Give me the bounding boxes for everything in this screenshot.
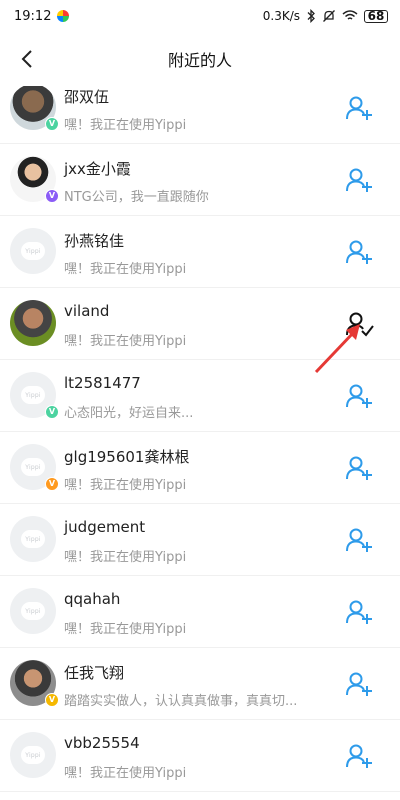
- status-bar: 19:12 0.3K/s 68: [0, 0, 400, 32]
- user-status: 踏踏实实做人，认认真真做事，真真切...: [64, 694, 298, 709]
- annotation-arrow-icon: [314, 324, 360, 374]
- yippi-logo-icon: Yippi: [21, 458, 45, 476]
- yippi-logo-icon: Yippi: [21, 746, 45, 764]
- add-friend-button[interactable]: [344, 94, 376, 122]
- status-time: 19:12: [14, 8, 52, 24]
- add-friend-icon: [346, 240, 372, 264]
- user-name: jxx金小霞: [64, 160, 131, 178]
- avatar[interactable]: V: [10, 660, 59, 707]
- add-friend-button[interactable]: [344, 670, 376, 698]
- add-friend-button[interactable]: [344, 454, 376, 482]
- add-friend-button[interactable]: [344, 526, 376, 554]
- add-friend-button[interactable]: [344, 382, 376, 410]
- avatar-placeholder: Yippi: [10, 588, 56, 634]
- avatar[interactable]: V: [10, 156, 59, 203]
- add-friend-icon: [346, 96, 372, 120]
- avatar-placeholder: Yippi: [10, 732, 56, 778]
- back-button[interactable]: [14, 46, 40, 72]
- avatar-image: [10, 300, 56, 346]
- user-name: viland: [64, 302, 110, 320]
- avatar[interactable]: Yippi: [10, 516, 56, 562]
- add-friend-button[interactable]: [344, 238, 376, 266]
- battery-level: 68: [367, 9, 385, 23]
- user-status: 嘿！我正在使用Yippi: [64, 118, 187, 133]
- badge-icon: V: [45, 405, 59, 419]
- list-item[interactable]: V 邵双伍 嘿！我正在使用Yippi: [0, 86, 400, 144]
- status-left: 19:12: [14, 8, 70, 24]
- page-title: 附近的人: [167, 51, 232, 70]
- avatar-placeholder: Yippi: [10, 516, 56, 562]
- yippi-logo-icon: Yippi: [21, 386, 45, 404]
- list-item[interactable]: Yippi vbb25554 嘿！我正在使用Yippi: [0, 720, 400, 792]
- app-dot-icon: [57, 10, 70, 22]
- add-friend-icon: [346, 384, 372, 408]
- user-status: 心态阳光，好运自来...: [64, 406, 194, 421]
- add-friend-icon: [346, 528, 372, 552]
- user-name: 邵双伍: [64, 88, 110, 106]
- avatar-placeholder: Yippi: [10, 228, 56, 274]
- avatar[interactable]: Yippi V: [10, 372, 59, 419]
- add-friend-icon: [346, 600, 372, 624]
- list-item[interactable]: Yippi V glg195601龚林根 嘿！我正在使用Yippi: [0, 432, 400, 504]
- user-status: 嘿！我正在使用Yippi: [64, 334, 187, 349]
- yippi-logo-icon: Yippi: [21, 242, 45, 260]
- mute-icon: [323, 10, 335, 22]
- add-friend-button[interactable]: [344, 742, 376, 770]
- user-name: judgement: [64, 518, 146, 536]
- user-status: 嘿！我正在使用Yippi: [64, 478, 187, 493]
- wifi-icon: [342, 10, 358, 20]
- yippi-logo-icon: Yippi: [21, 602, 45, 620]
- user-name: lt2581477: [64, 374, 141, 392]
- list-item[interactable]: V 任我飞翔 踏踏实实做人，认认真真做事，真真切...: [0, 648, 400, 720]
- list-item[interactable]: Yippi 孙燕铭佳 嘿！我正在使用Yippi: [0, 216, 400, 288]
- yippi-logo-icon: Yippi: [21, 530, 45, 548]
- user-name: vbb25554: [64, 734, 140, 752]
- badge-icon: V: [45, 117, 59, 131]
- add-friend-icon: [346, 744, 372, 768]
- user-status: 嘿！我正在使用Yippi: [64, 766, 187, 781]
- user-status: 嘿！我正在使用Yippi: [64, 622, 187, 637]
- badge-icon: V: [45, 189, 59, 203]
- add-friend-icon: [346, 456, 372, 480]
- user-name: 孙燕铭佳: [64, 232, 125, 250]
- user-status: 嘿！我正在使用Yippi: [64, 262, 187, 277]
- avatar[interactable]: Yippi: [10, 588, 56, 634]
- avatar[interactable]: [10, 300, 56, 346]
- avatar[interactable]: Yippi: [10, 732, 56, 778]
- avatar[interactable]: Yippi V: [10, 444, 59, 491]
- add-friend-icon: [346, 168, 372, 192]
- user-name: qqahah: [64, 590, 121, 608]
- bluetooth-icon: [307, 9, 315, 23]
- network-speed: 0.3K/s: [262, 9, 300, 23]
- user-name: glg195601龚林根: [64, 448, 190, 466]
- status-right: 0.3K/s 68: [263, 9, 388, 23]
- user-status: 嘿！我正在使用Yippi: [64, 550, 187, 565]
- add-friend-icon: [346, 672, 372, 696]
- user-status: NTG公司，我一直跟随你: [64, 190, 209, 205]
- nearby-people-list[interactable]: V 邵双伍 嘿！我正在使用Yippi V jxx金小霞 NTG公司，我一直跟随你: [0, 86, 400, 800]
- list-item[interactable]: Yippi qqahah 嘿！我正在使用Yippi: [0, 576, 400, 648]
- add-friend-button[interactable]: [344, 598, 376, 626]
- user-name: 任我飞翔: [64, 664, 125, 682]
- list-item[interactable]: Yippi judgement 嘿！我正在使用Yippi: [0, 504, 400, 576]
- battery-icon: 68: [364, 9, 388, 23]
- badge-icon: V: [45, 477, 59, 491]
- avatar[interactable]: Yippi: [10, 228, 56, 274]
- add-friend-button[interactable]: [344, 166, 376, 194]
- nav-header: 附近的人: [0, 32, 400, 86]
- chevron-left-icon: [21, 50, 32, 68]
- badge-icon: V: [45, 693, 59, 707]
- list-item[interactable]: V jxx金小霞 NTG公司，我一直跟随你: [0, 144, 400, 216]
- avatar[interactable]: V: [10, 86, 59, 131]
